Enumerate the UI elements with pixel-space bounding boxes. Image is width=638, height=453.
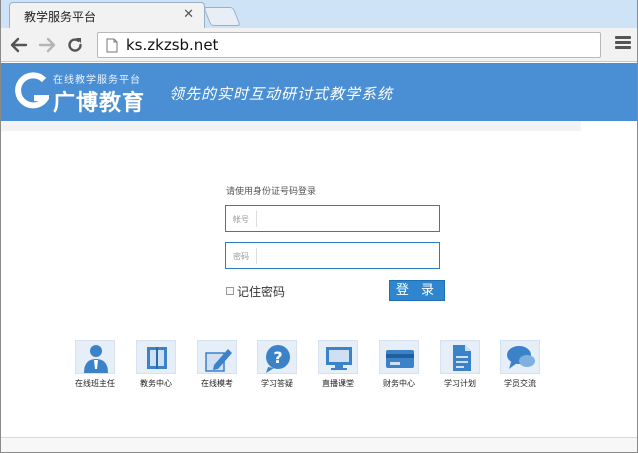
remember-password-label[interactable]: 记住密码 (237, 283, 285, 300)
quick-link-label: 直播课堂 (322, 379, 354, 388)
remember-password-checkbox[interactable] (226, 287, 234, 295)
logo-subtitle: 在线教学服务平台 (53, 75, 141, 86)
logo-text: 广博教育 (53, 91, 146, 116)
quick-link-finance-center[interactable]: 财务中心 (369, 340, 429, 389)
header-slogan: 领先的实时互动研讨式教学系统 (169, 85, 394, 103)
pencil-icon (197, 340, 237, 374)
password-label: 密码 (233, 252, 249, 261)
login-hint: 请使用身份证号码登录 (226, 187, 317, 197)
book-icon (136, 340, 176, 374)
svg-text:?: ? (273, 348, 282, 367)
field-divider (256, 248, 257, 264)
password-input[interactable] (260, 245, 436, 266)
account-input[interactable] (260, 208, 436, 229)
quick-link-label: 在线模考 (201, 379, 233, 388)
browser-window: 教学服务平台 ✕ ks.zkzsb.net 在线教学服务平台 广博教育 领先的实… (0, 0, 638, 453)
forward-arrow-icon[interactable] (35, 33, 59, 57)
teacher-icon (75, 340, 115, 374)
login-button[interactable]: 登 录 (389, 280, 445, 301)
account-label: 帐号 (233, 215, 249, 224)
quick-link-study-plan[interactable]: 学习计划 (430, 340, 490, 389)
quick-link-online-exam[interactable]: 在线模考 (187, 340, 247, 389)
page-icon (106, 38, 118, 53)
quick-link-label: 学习计划 (444, 379, 476, 388)
header-underbar (1, 121, 581, 131)
account-field[interactable]: 帐号 (225, 205, 440, 232)
header-banner: 在线教学服务平台 广博教育 领先的实时互动研讨式教学系统 (1, 63, 637, 121)
reload-icon[interactable] (63, 33, 87, 57)
address-bar[interactable]: ks.zkzsb.net (97, 32, 601, 58)
footer-bar (1, 438, 637, 452)
tab-title: 教学服务平台 (24, 10, 97, 24)
chat-icon (500, 340, 540, 374)
new-tab-button[interactable] (203, 7, 241, 26)
quick-link-label: 教务中心 (140, 379, 172, 388)
quick-link-label: 学习答疑 (261, 379, 293, 388)
browser-toolbar: ks.zkzsb.net (1, 28, 637, 62)
logo-g-icon (15, 72, 49, 109)
field-divider (256, 211, 257, 227)
quick-link-class-teacher[interactable]: 在线班主任 (65, 340, 125, 389)
quick-link-study-qa[interactable]: ? 学习答疑 (247, 340, 307, 389)
monitor-icon (318, 340, 358, 374)
url-text: ks.zkzsb.net (126, 36, 219, 54)
question-icon: ? (257, 340, 297, 374)
document-icon (440, 340, 480, 374)
tab-strip: 教学服务平台 ✕ (1, 0, 637, 29)
quick-link-student-forum[interactable]: 学员交流 (490, 340, 550, 389)
quick-link-label: 在线班主任 (75, 379, 115, 388)
tab-close-icon[interactable]: ✕ (183, 7, 194, 22)
quick-link-label: 财务中心 (383, 379, 415, 388)
quick-link-live-class[interactable]: 直播课堂 (308, 340, 368, 389)
quick-link-label: 学员交流 (504, 379, 536, 388)
password-field[interactable]: 密码 (225, 242, 440, 269)
back-arrow-icon[interactable] (7, 33, 31, 57)
browser-tab[interactable]: 教学服务平台 ✕ (9, 2, 205, 29)
card-icon (379, 340, 419, 374)
quick-link-academic-center[interactable]: 教务中心 (126, 340, 186, 389)
menu-icon[interactable] (615, 36, 631, 50)
